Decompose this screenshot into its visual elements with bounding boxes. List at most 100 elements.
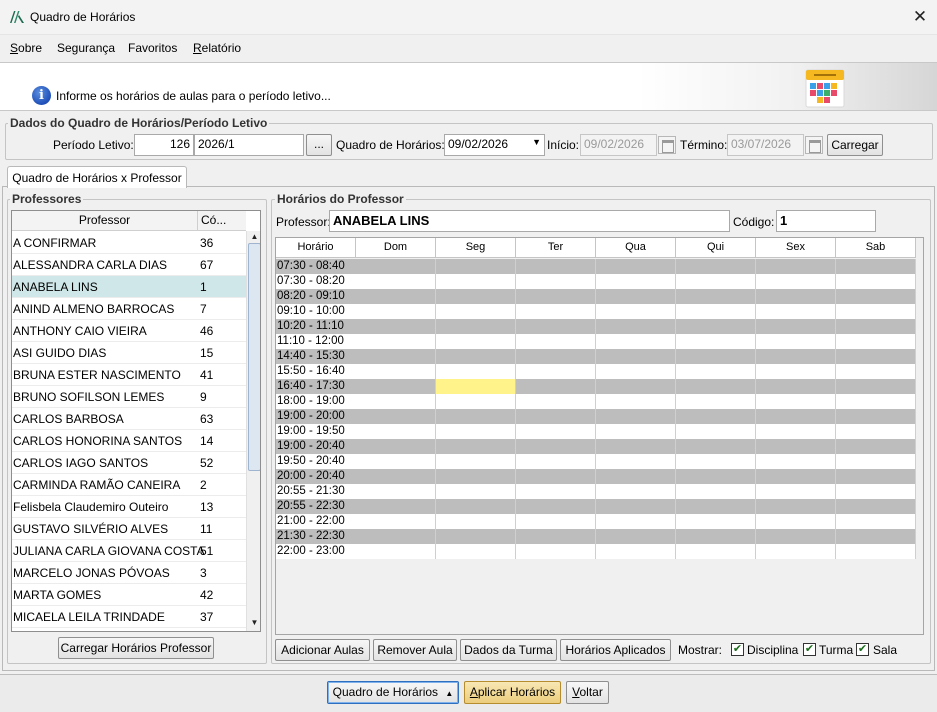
column-header[interactable]: Horário: [276, 238, 356, 258]
schedule-cell[interactable]: [436, 349, 516, 364]
schedule-cell[interactable]: [516, 529, 596, 544]
schedule-cell[interactable]: [356, 379, 436, 394]
schedule-cell[interactable]: [596, 424, 676, 439]
schedule-cell[interactable]: [516, 259, 596, 274]
schedule-cell[interactable]: [676, 544, 756, 559]
table-row[interactable]: A CONFIRMAR 36: [12, 232, 246, 254]
schedule-cell[interactable]: [516, 304, 596, 319]
schedule-cell[interactable]: [516, 349, 596, 364]
schedule-cell[interactable]: [516, 394, 596, 409]
voltar-button[interactable]: Voltar: [566, 681, 609, 704]
schedule-cell[interactable]: [756, 319, 836, 334]
schedule-cell[interactable]: [356, 364, 436, 379]
schedule-cell[interactable]: [436, 394, 516, 409]
schedule-cell[interactable]: [596, 499, 676, 514]
carregar-button[interactable]: Carregar: [827, 134, 883, 156]
schedule-cell[interactable]: [596, 259, 676, 274]
schedule-cell[interactable]: [516, 439, 596, 454]
schedule-cell[interactable]: [836, 514, 916, 529]
column-header-codigo[interactable]: Có...: [198, 211, 246, 231]
schedule-cell[interactable]: [516, 364, 596, 379]
inicio-calendar-icon[interactable]: [658, 136, 676, 154]
schedule-cell[interactable]: [436, 469, 516, 484]
schedule-cell[interactable]: [676, 439, 756, 454]
schedule-cell[interactable]: [756, 274, 836, 289]
schedule-cell[interactable]: [596, 334, 676, 349]
schedule-cell[interactable]: [516, 379, 596, 394]
schedule-cell[interactable]: [756, 439, 836, 454]
disciplina-checkbox[interactable]: ✔: [731, 643, 744, 656]
column-header-professor[interactable]: Professor: [12, 211, 198, 231]
horarios-aplicados-button[interactable]: Horários Aplicados: [560, 639, 671, 661]
professors-scrollbar[interactable]: ▲ ▼: [246, 231, 260, 631]
schedule-cell[interactable]: [436, 499, 516, 514]
schedule-cell[interactable]: [756, 379, 836, 394]
table-row[interactable]: JULIANA CARLA GIOVANA COSTA 51: [12, 540, 246, 562]
schedule-cell[interactable]: [676, 289, 756, 304]
schedule-cell[interactable]: [436, 439, 516, 454]
menu-sobre[interactable]: Sobre: [10, 41, 42, 55]
quadro-horarios-menu-button[interactable]: Quadro de Horários ▲: [327, 681, 459, 704]
schedule-cell[interactable]: [836, 334, 916, 349]
schedule-cell[interactable]: [356, 439, 436, 454]
column-header[interactable]: Qua: [596, 238, 676, 258]
inicio-field[interactable]: 09/02/2026: [580, 134, 657, 156]
schedule-cell[interactable]: [836, 349, 916, 364]
schedule-cell[interactable]: [756, 424, 836, 439]
schedule-cell[interactable]: [676, 334, 756, 349]
aplicar-horarios-button[interactable]: Aplicar Horários: [464, 681, 561, 704]
schedule-cell[interactable]: [436, 334, 516, 349]
schedule-cell[interactable]: [356, 409, 436, 424]
carregar-horarios-professor-button[interactable]: Carregar Horários Professor: [58, 637, 214, 659]
column-header[interactable]: Ter: [516, 238, 596, 258]
tab-quadro-professor[interactable]: Quadro de Horários x Professor: [7, 166, 187, 188]
schedule-cell[interactable]: [356, 289, 436, 304]
schedule-cell[interactable]: [436, 409, 516, 424]
schedule-cell[interactable]: [676, 454, 756, 469]
schedule-cell[interactable]: [676, 409, 756, 424]
schedule-cell[interactable]: [836, 379, 916, 394]
schedule-cell[interactable]: [756, 304, 836, 319]
schedule-cell[interactable]: [516, 544, 596, 559]
schedule-cell[interactable]: [516, 289, 596, 304]
schedule-cell[interactable]: [596, 439, 676, 454]
scrollbar-thumb[interactable]: [248, 243, 260, 471]
menu-relatorio[interactable]: Relatório: [193, 41, 241, 55]
schedule-cell[interactable]: [436, 454, 516, 469]
schedule-cell[interactable]: [676, 319, 756, 334]
schedule-cell[interactable]: [516, 334, 596, 349]
schedule-cell[interactable]: [596, 394, 676, 409]
turma-checkbox[interactable]: ✔: [803, 643, 816, 656]
schedule-cell[interactable]: [836, 484, 916, 499]
schedule-cell[interactable]: [756, 289, 836, 304]
table-row[interactable]: CARLOS HONORINA SANTOS 14: [12, 430, 246, 452]
table-row[interactable]: MICAELA LEILA TRINDADE 37: [12, 606, 246, 628]
schedule-cell[interactable]: [596, 289, 676, 304]
schedule-cell[interactable]: [836, 499, 916, 514]
schedule-cell[interactable]: [756, 484, 836, 499]
schedule-cell[interactable]: [836, 364, 916, 379]
table-row[interactable]: ANABELA LINS 1: [12, 276, 246, 298]
schedule-cell[interactable]: [596, 319, 676, 334]
codigo-field[interactable]: 1: [776, 210, 876, 232]
schedule-cell[interactable]: [836, 424, 916, 439]
schedule-cell[interactable]: [356, 469, 436, 484]
schedule-cell[interactable]: [356, 424, 436, 439]
schedule-cell[interactable]: [676, 499, 756, 514]
column-header[interactable]: Dom: [356, 238, 436, 258]
schedule-cell[interactable]: [436, 424, 516, 439]
column-header[interactable]: Sab: [836, 238, 916, 258]
scroll-up-icon[interactable]: ▲: [247, 231, 260, 243]
periodo-value-field[interactable]: 2026/1: [194, 134, 304, 156]
schedule-cell[interactable]: [436, 259, 516, 274]
schedule-cell[interactable]: [516, 409, 596, 424]
schedule-cell[interactable]: [836, 304, 916, 319]
schedule-cell[interactable]: [836, 529, 916, 544]
adicionar-aulas-button[interactable]: Adicionar Aulas: [275, 639, 370, 661]
schedule-cell[interactable]: [676, 259, 756, 274]
schedule-cell[interactable]: [756, 364, 836, 379]
table-row[interactable]: ALESSANDRA CARLA DIAS 67: [12, 254, 246, 276]
scroll-down-icon[interactable]: ▼: [247, 617, 260, 629]
schedule-cell[interactable]: [356, 349, 436, 364]
table-row[interactable]: MARCELO JONAS PÓVOAS 3: [12, 562, 246, 584]
